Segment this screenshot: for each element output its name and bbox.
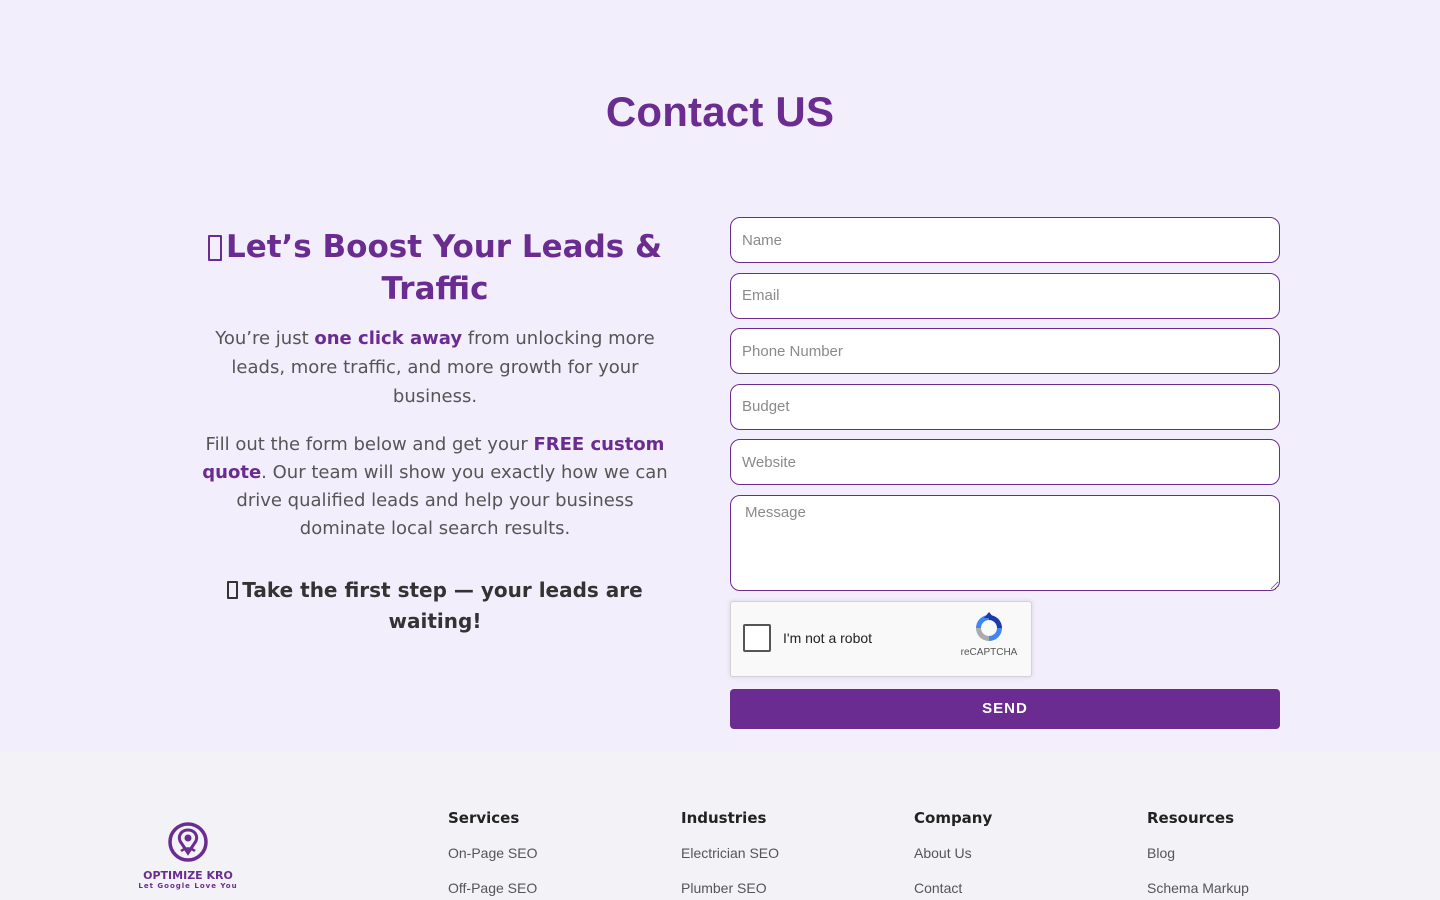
cta-text: Take the first step — your leads are wai…	[242, 578, 643, 633]
footer-link[interactable]: Contact	[914, 878, 1114, 898]
brand-tagline: Let Google Love You	[138, 882, 238, 890]
message-textarea[interactable]	[730, 494, 1280, 591]
contact-section: Contact US Let’s Boost Your Leads & Traf…	[0, 0, 1440, 752]
footer-column-industries: Industries Electrician SEO Plumber SEO	[681, 808, 881, 898]
intro-paragraph-1: You’re just one click away from unlockin…	[200, 324, 670, 411]
budget-input[interactable]	[730, 383, 1280, 430]
optimize-kro-logo-icon	[168, 822, 208, 862]
footer-link[interactable]: Electrician SEO	[681, 843, 881, 863]
footer-column-resources: Resources Blog Schema Markup	[1147, 808, 1347, 898]
intro-heading-text: Let’s Boost Your Leads & Traffic	[225, 229, 663, 307]
footer-heading-industries: Industries	[681, 809, 767, 827]
footer-heading-resources: Resources	[1147, 809, 1235, 827]
phone-input[interactable]	[730, 328, 1280, 374]
footer-link[interactable]: Blog	[1147, 843, 1347, 863]
email-input[interactable]	[730, 272, 1280, 319]
recaptcha-brand: reCAPTCHA	[960, 646, 1018, 658]
para2-before: Fill out the form below and get your	[205, 434, 534, 455]
website-input[interactable]	[730, 439, 1280, 485]
contact-intro: Let’s Boost Your Leads & Traffic You’re …	[200, 226, 670, 637]
name-input[interactable]	[730, 217, 1280, 263]
recaptcha-logo: reCAPTCHA	[959, 611, 1019, 658]
footer-column-services: Services On-Page SEO Off-Page SEO	[448, 808, 648, 898]
intro-heading: Let’s Boost Your Leads & Traffic	[200, 226, 670, 310]
para2-after: . Our team will show you exactly how we …	[236, 462, 668, 539]
cta-line: Take the first step — your leads are wai…	[200, 575, 670, 637]
footer-link[interactable]: Plumber SEO	[681, 878, 881, 898]
para1-highlight: one click away	[314, 328, 463, 349]
missing-emoji-icon	[227, 581, 239, 599]
recaptcha-checkbox[interactable]	[743, 623, 771, 652]
para1-before: You’re just	[215, 328, 315, 349]
footer-link[interactable]: Off-Page SEO	[448, 878, 648, 898]
footer-link[interactable]: Schema Markup	[1147, 878, 1347, 898]
send-button[interactable]: SEND	[730, 688, 1280, 729]
page-title: Contact US	[605, 88, 835, 135]
footer-link[interactable]: About Us	[914, 843, 1114, 863]
intro-paragraph-2: Fill out the form below and get your FRE…	[200, 431, 670, 543]
recaptcha-widget: I'm not a robot reCAPTCHA	[730, 600, 1032, 677]
footer: OPTIMIZE KRO Let Google Love You Service…	[0, 752, 1440, 900]
footer-link[interactable]: On-Page SEO	[448, 843, 648, 863]
missing-emoji-icon	[207, 235, 222, 261]
footer-heading-services: Services	[448, 809, 520, 827]
footer-logo[interactable]: OPTIMIZE KRO Let Google Love You	[137, 821, 239, 890]
recaptcha-logo-icon	[976, 611, 1002, 641]
brand-name: OPTIMIZE KRO	[143, 869, 233, 882]
footer-heading-company: Company	[914, 809, 993, 827]
contact-form: I'm not a robot reCAPTCHA SEND	[730, 217, 1280, 729]
recaptcha-label: I'm not a robot	[783, 629, 873, 646]
footer-column-company: Company About Us Contact	[914, 808, 1114, 898]
